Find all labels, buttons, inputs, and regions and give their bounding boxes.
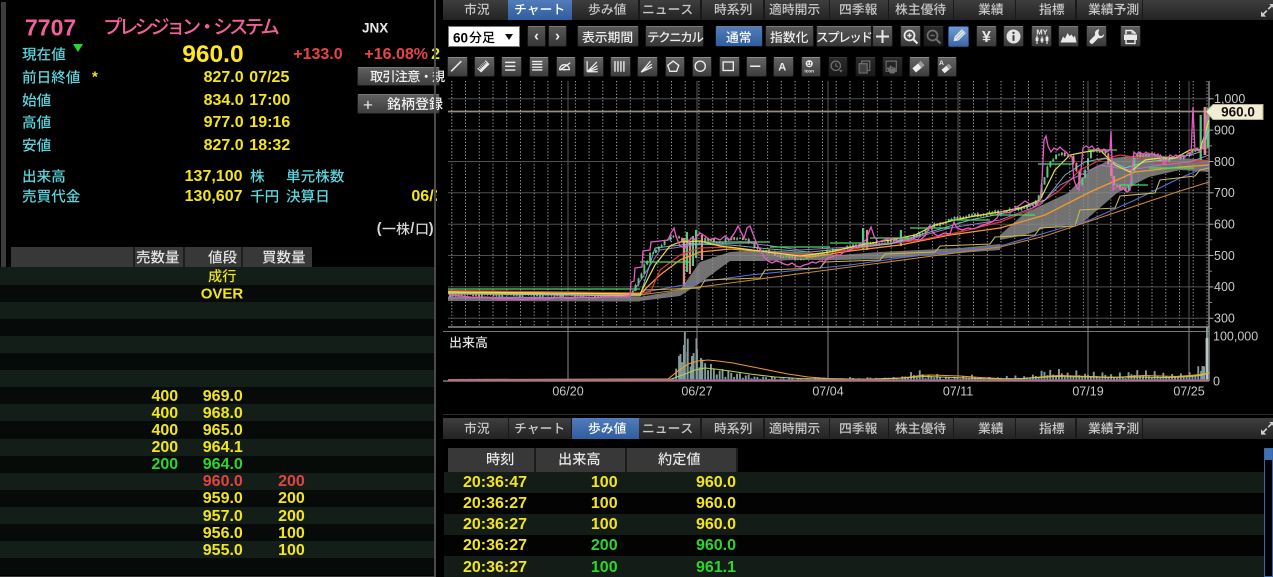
svg-text:960.0: 960.0 [1221,105,1255,120]
svg-text:100,000: 100,000 [1213,330,1258,344]
svg-text:icon: icon [805,68,815,73]
svg-text:06/20: 06/20 [552,385,583,399]
svg-text:07/25: 07/25 [1173,385,1204,399]
svg-text:800: 800 [1214,155,1235,169]
svg-text:0: 0 [1213,374,1220,388]
svg-text:900: 900 [1214,123,1235,137]
svg-text:500: 500 [1214,249,1235,263]
svg-text:300: 300 [1214,312,1235,326]
svg-text:07/11: 07/11 [943,385,973,399]
svg-text:A: A [778,61,786,73]
svg-text:06/27: 06/27 [681,385,712,399]
svg-text:07/04: 07/04 [812,385,843,399]
svg-text:A: A [939,59,944,66]
svg-text:600: 600 [1214,218,1235,232]
svg-text:700: 700 [1214,186,1235,200]
svg-text:07/19: 07/19 [1072,385,1103,399]
svg-text:MY: MY [1036,28,1047,37]
svg-text:400: 400 [1214,280,1235,294]
